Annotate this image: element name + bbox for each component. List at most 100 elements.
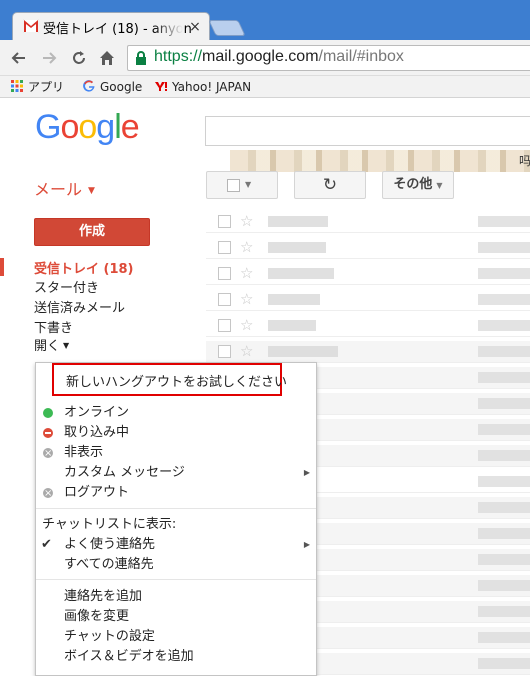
row-checkbox[interactable] [218, 215, 231, 228]
url-scheme: https:// [154, 48, 203, 65]
nav-more[interactable]: 開く ▼ [34, 335, 69, 354]
status-invisible[interactable]: 非表示 [36, 443, 316, 464]
online-dot-icon [43, 408, 53, 418]
nav-starred[interactable]: スター付き [34, 277, 99, 296]
signout-dot-icon [43, 484, 53, 504]
redacted-date [478, 216, 530, 227]
custom-message[interactable]: カスタム メッセージ ▶ [36, 463, 316, 483]
redacted-sender [268, 320, 316, 331]
status-online[interactable]: オンライン [36, 403, 316, 423]
table-row[interactable]: ☆ [206, 237, 530, 259]
redacted-date [478, 554, 530, 565]
chevron-down-icon: ▼ [63, 341, 70, 350]
status-signout-label: ログアウト [64, 485, 130, 500]
redacted-date [478, 372, 530, 383]
redacted-date [478, 346, 530, 357]
star-icon[interactable]: ☆ [240, 316, 253, 334]
row-checkbox[interactable] [218, 345, 231, 358]
star-icon[interactable]: ☆ [240, 342, 253, 360]
chevron-right-icon: ▶ [303, 468, 310, 477]
compose-button[interactable]: 作成 [34, 218, 150, 246]
search-input[interactable] [205, 116, 530, 146]
table-row[interactable]: ☆ [206, 315, 530, 337]
browser-toolbar: https://mail.google.com/mail/#inbox [0, 40, 530, 76]
gmail-icon [23, 19, 39, 33]
star-icon[interactable]: ☆ [240, 238, 253, 256]
bookmark-google[interactable]: Google [82, 78, 142, 96]
more-label: その他 [393, 177, 433, 192]
row-checkbox[interactable] [218, 267, 231, 280]
url-host: mail.google.com [202, 48, 319, 65]
add-voice-video[interactable]: ボイス＆ビデオを追加 [36, 647, 316, 667]
select-all-button[interactable]: ▼ [206, 171, 278, 199]
redacted-sender [268, 294, 320, 305]
browser-tab[interactable]: 受信トレイ (18) - anyon × [12, 12, 210, 40]
reload-icon[interactable] [70, 49, 88, 67]
refresh-icon: ↻ [322, 175, 338, 195]
table-row[interactable]: ☆ [206, 289, 530, 311]
show-all[interactable]: すべての連絡先 [36, 555, 316, 575]
logo-letter: o [78, 108, 97, 146]
status-busy[interactable]: 取り込み中 [36, 423, 316, 443]
star-icon[interactable]: ☆ [240, 212, 253, 230]
app-switcher[interactable]: メール ▼ [34, 176, 95, 200]
menu-divider [36, 508, 316, 509]
add-contact[interactable]: 連絡先を追加 [36, 587, 316, 607]
add-voice-video-label: ボイス＆ビデオを追加 [64, 649, 194, 664]
redacted-sender [268, 346, 338, 357]
google-logo[interactable]: Google [35, 108, 140, 147]
url-path: /mail/#inbox [318, 48, 404, 65]
show-frequent[interactable]: ✔ よく使う連絡先 ▶ [36, 535, 316, 555]
redacted-date [478, 450, 530, 461]
yahoo-icon [155, 82, 167, 91]
chat-settings[interactable]: チャットの設定 [36, 627, 316, 647]
new-tab-button[interactable] [208, 20, 246, 36]
redacted-date [478, 294, 530, 305]
chevron-down-icon: ▼ [245, 180, 252, 189]
row-checkbox[interactable] [218, 293, 231, 306]
forward-arrow-icon[interactable] [40, 49, 58, 67]
table-row[interactable]: ☆ [206, 211, 530, 233]
redacted-date [478, 528, 530, 539]
more-button[interactable]: その他 ▼ [382, 171, 454, 199]
nav-inbox[interactable]: 受信トレイ (18) [34, 258, 134, 277]
redacted-account-bar [230, 150, 530, 172]
redacted-date [478, 320, 530, 331]
row-checkbox[interactable] [218, 241, 231, 254]
try-hangouts-item[interactable]: 新しいハングアウトをお試しください [66, 371, 287, 390]
url-text: https://mail.google.com/mail/#inbox [154, 48, 404, 66]
redacted-date [478, 606, 530, 617]
status-online-label: オンライン [64, 405, 130, 420]
redacted-date [478, 658, 530, 669]
select-all-checkbox[interactable] [227, 179, 240, 192]
bookmark-yahoo-label: Yahoo! JAPAN [172, 80, 252, 94]
redacted-date [478, 476, 530, 487]
bookmark-google-label: Google [100, 80, 143, 94]
google-g-icon [83, 80, 95, 92]
back-arrow-icon[interactable] [10, 49, 28, 67]
apps-grid-icon [11, 80, 23, 92]
redacted-date [478, 268, 530, 279]
status-signout[interactable]: ログアウト [36, 483, 316, 504]
redacted-sender [268, 242, 326, 253]
close-icon[interactable]: × [187, 19, 203, 35]
bookmark-yahoo[interactable]: Yahoo! JAPAN [154, 78, 251, 96]
show-frequent-label: よく使う連絡先 [64, 537, 156, 552]
redacted-date [478, 242, 530, 253]
busy-dot-icon [43, 428, 53, 438]
nav-sent[interactable]: 送信済みメール [34, 297, 125, 316]
nav-drafts[interactable]: 下書き [34, 317, 73, 336]
row-checkbox[interactable] [218, 319, 231, 332]
refresh-button[interactable]: ↻ [294, 171, 366, 199]
star-icon[interactable]: ☆ [240, 290, 253, 308]
change-picture[interactable]: 画像を変更 [36, 607, 316, 627]
redacted-sender [268, 216, 328, 227]
bookmark-apps-label: アプリ [28, 80, 65, 94]
table-row[interactable]: ☆ [206, 263, 530, 285]
home-icon[interactable] [98, 49, 116, 67]
address-bar[interactable]: https://mail.google.com/mail/#inbox [127, 45, 530, 71]
table-row[interactable]: ☆ [206, 341, 530, 363]
star-icon[interactable]: ☆ [240, 264, 253, 282]
tab-title-fade [153, 13, 183, 40]
bookmark-apps[interactable]: アプリ [10, 78, 64, 96]
